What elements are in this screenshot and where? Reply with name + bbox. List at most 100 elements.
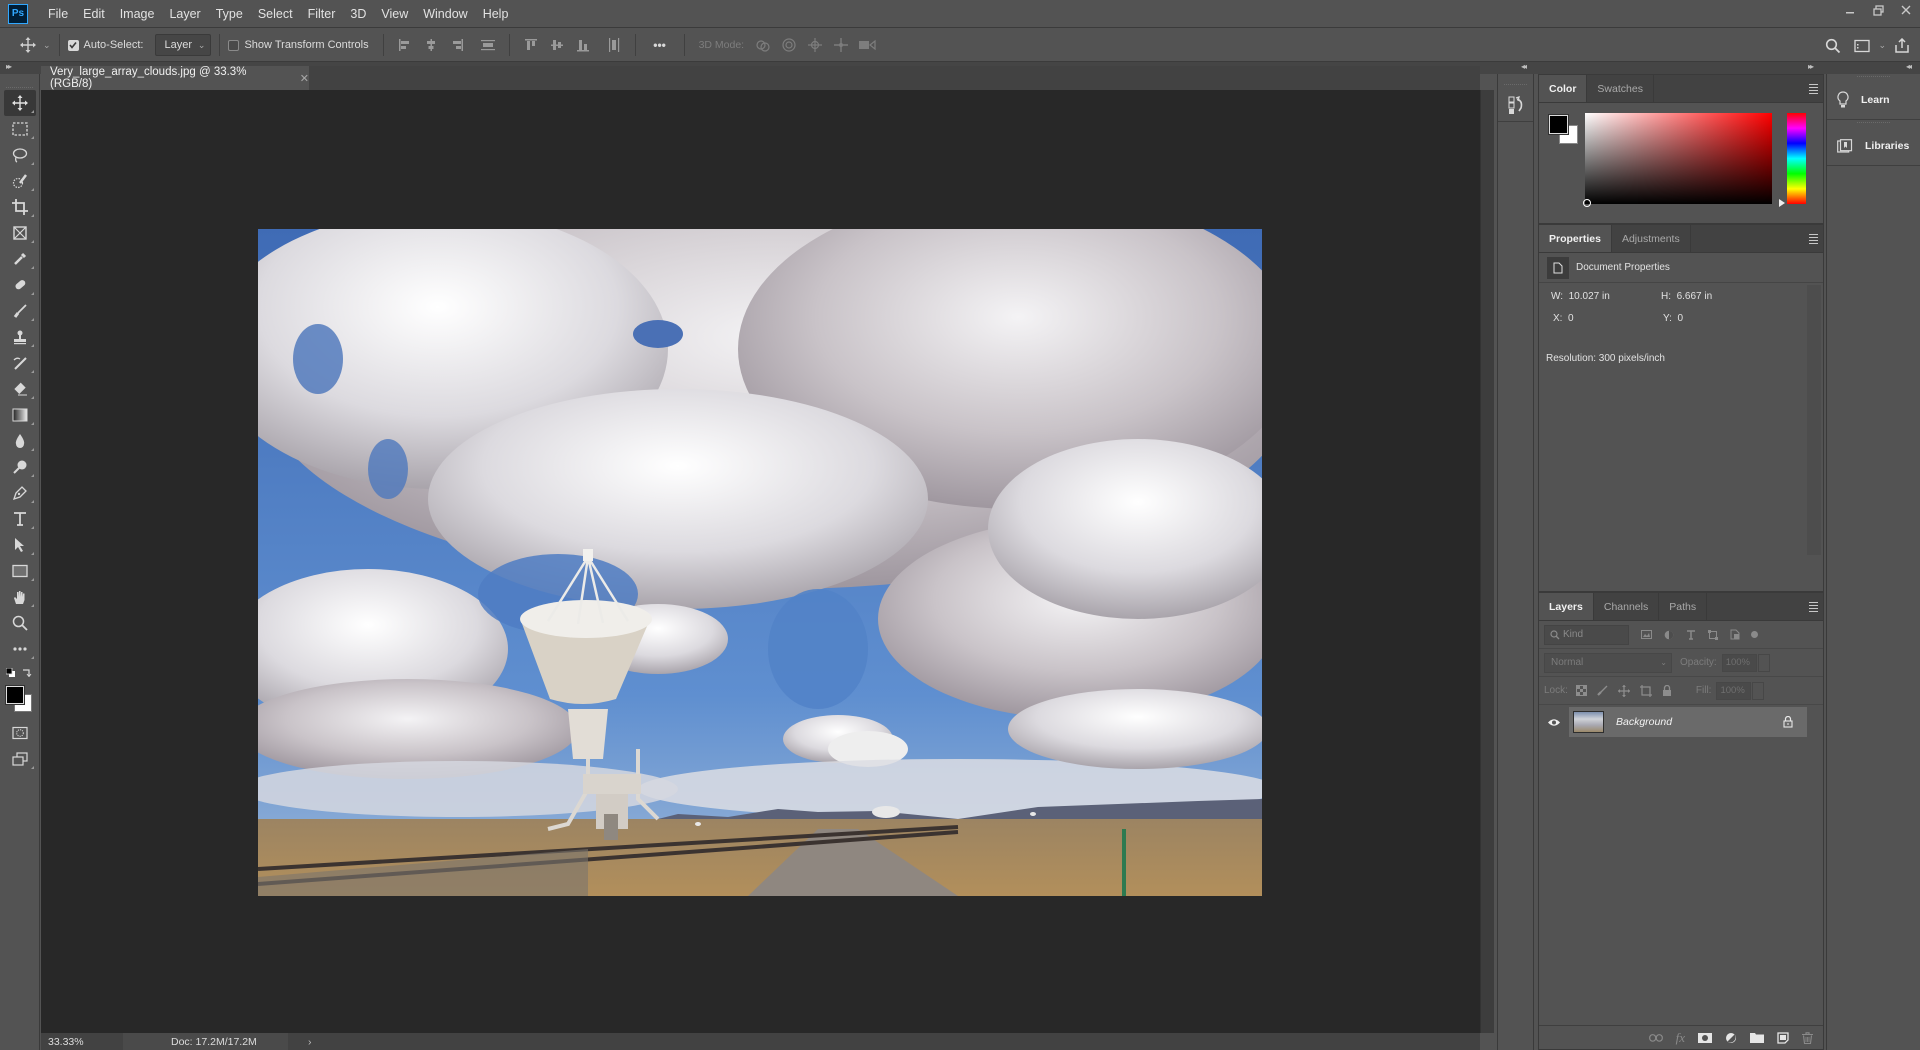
document-tab[interactable]: Very_large_array_clouds.jpg @ 33.3% (RGB…	[41, 66, 309, 90]
pen-tool[interactable]	[4, 480, 36, 506]
color-spectrum-field[interactable]	[1585, 113, 1772, 204]
3d-scale-camera-icon[interactable]	[855, 33, 879, 57]
tool-preset-chevron-icon[interactable]: ⌄	[43, 40, 51, 51]
lock-transparent-pixels-icon[interactable]	[1575, 685, 1587, 696]
adjustment-layer-filter-icon[interactable]	[1664, 630, 1674, 640]
document-image[interactable]	[258, 229, 1262, 896]
eyedropper-tool[interactable]	[4, 246, 36, 272]
clone-stamp-tool[interactable]	[4, 324, 36, 350]
menu-window[interactable]: Window	[423, 7, 467, 21]
swap-colors-icon[interactable]	[22, 667, 32, 677]
align-left-edges-icon[interactable]	[393, 33, 417, 57]
width-value[interactable]: 10.027 in	[1569, 291, 1610, 302]
shape-layer-filter-icon[interactable]	[1708, 629, 1718, 640]
eraser-tool[interactable]	[4, 376, 36, 402]
layer-name[interactable]: Background	[1616, 716, 1783, 728]
align-right-edges-icon[interactable]	[445, 33, 469, 57]
move-tool-preset-icon[interactable]	[16, 33, 40, 57]
3d-slide-icon[interactable]	[829, 33, 853, 57]
menu-help[interactable]: Help	[483, 7, 509, 21]
opacity-slider-toggle[interactable]	[1757, 653, 1770, 672]
3d-orbit-icon[interactable]	[751, 33, 775, 57]
collapse-learn-icon[interactable]: ◂◂	[1906, 62, 1912, 71]
hue-slider[interactable]	[1787, 113, 1806, 204]
color-picker-marker[interactable]	[1583, 199, 1591, 207]
new-layer-icon[interactable]	[1777, 1031, 1789, 1044]
distribute-horizontal-icon[interactable]	[602, 33, 626, 57]
move-tool[interactable]	[4, 90, 36, 116]
edit-toolbar-button[interactable]	[4, 636, 36, 662]
fill-field[interactable]: 100%	[1716, 681, 1752, 700]
properties-scrollbar[interactable]	[1807, 285, 1821, 555]
panel-grip[interactable]	[1504, 77, 1527, 85]
filter-toggle-icon[interactable]	[1750, 630, 1759, 639]
lock-artboard-icon[interactable]	[1639, 684, 1652, 697]
panel-menu-icon[interactable]	[1809, 234, 1818, 246]
type-layer-filter-icon[interactable]	[1686, 629, 1696, 640]
brush-tool[interactable]	[4, 298, 36, 324]
align-bottom-edges-icon[interactable]	[571, 33, 595, 57]
auto-select-target-dropdown[interactable]: Layer ⌄	[155, 34, 212, 56]
3d-pan-icon[interactable]	[803, 33, 827, 57]
layer-style-fx-icon[interactable]: fx	[1676, 1030, 1685, 1046]
lock-image-pixels-icon[interactable]	[1597, 685, 1608, 696]
layer-visibility-eye-icon[interactable]	[1539, 718, 1569, 727]
panel-menu-icon[interactable]	[1809, 84, 1818, 96]
toolbar-grip[interactable]	[6, 76, 33, 88]
show-transform-controls-checkbox[interactable]	[228, 39, 240, 51]
menu-view[interactable]: View	[381, 7, 408, 21]
menu-image[interactable]: Image	[120, 7, 155, 21]
layer-kind-filter[interactable]: Kind	[1544, 624, 1629, 645]
delete-layer-trash-icon[interactable]	[1802, 1031, 1813, 1044]
3d-roll-icon[interactable]	[777, 33, 801, 57]
default-colors-icon[interactable]	[6, 668, 16, 678]
blend-mode-dropdown[interactable]: Normal ⌄	[1544, 652, 1672, 673]
smart-object-filter-icon[interactable]	[1730, 629, 1740, 640]
history-brush-tool[interactable]	[4, 350, 36, 376]
libraries-panel-button[interactable]: Libraries	[1827, 126, 1920, 166]
lock-all-icon[interactable]	[1662, 684, 1672, 697]
y-value[interactable]: 0	[1677, 313, 1683, 324]
fill-slider-toggle[interactable]	[1752, 681, 1765, 700]
quick-mask-button[interactable]	[4, 720, 36, 746]
tab-paths[interactable]: Paths	[1659, 593, 1708, 620]
menu-3d[interactable]: 3D	[350, 7, 366, 21]
quick-selection-tool[interactable]	[4, 168, 36, 194]
hue-slider-marker[interactable]	[1779, 199, 1785, 207]
tab-properties[interactable]: Properties	[1539, 225, 1612, 252]
dodge-tool[interactable]	[4, 454, 36, 480]
gradient-tool[interactable]	[4, 402, 36, 428]
menu-layer[interactable]: Layer	[169, 7, 200, 21]
new-group-folder-icon[interactable]	[1750, 1032, 1764, 1043]
layer-row[interactable]: Background	[1539, 707, 1807, 737]
align-horizontal-centers-icon[interactable]	[419, 33, 443, 57]
tab-adjustments[interactable]: Adjustments	[1612, 225, 1691, 252]
close-window-button[interactable]	[1892, 0, 1920, 20]
tab-layers[interactable]: Layers	[1539, 593, 1594, 620]
blur-tool[interactable]	[4, 428, 36, 454]
add-layer-mask-icon[interactable]	[1698, 1032, 1712, 1043]
tab-channels[interactable]: Channels	[1594, 593, 1660, 620]
foreground-color-swatch[interactable]	[5, 685, 25, 705]
path-selection-tool[interactable]	[4, 532, 36, 558]
rectangular-marquee-tool[interactable]	[4, 116, 36, 142]
layer-body[interactable]: Background	[1569, 707, 1807, 737]
new-adjustment-layer-icon[interactable]	[1725, 1032, 1737, 1044]
hand-tool[interactable]	[4, 584, 36, 610]
menu-edit[interactable]: Edit	[83, 7, 105, 21]
rectangle-tool[interactable]	[4, 558, 36, 584]
search-icon[interactable]	[1821, 34, 1845, 58]
menu-file[interactable]: File	[48, 7, 68, 21]
align-vertical-centers-icon[interactable]	[545, 33, 569, 57]
link-layers-icon[interactable]	[1648, 1033, 1663, 1042]
restore-button[interactable]	[1864, 0, 1892, 20]
panel-menu-icon[interactable]	[1809, 602, 1818, 614]
color-panel-foreground-swatch[interactable]	[1548, 114, 1569, 135]
pixel-layer-filter-icon[interactable]	[1641, 630, 1652, 639]
lock-position-icon[interactable]	[1617, 684, 1630, 697]
height-value[interactable]: 6.667 in	[1677, 291, 1713, 302]
zoom-level-field[interactable]: 33.33%	[41, 1036, 123, 1048]
tab-swatches[interactable]: Swatches	[1587, 75, 1654, 102]
learn-panel-button[interactable]: Learn	[1827, 80, 1920, 120]
x-value[interactable]: 0	[1568, 313, 1574, 324]
